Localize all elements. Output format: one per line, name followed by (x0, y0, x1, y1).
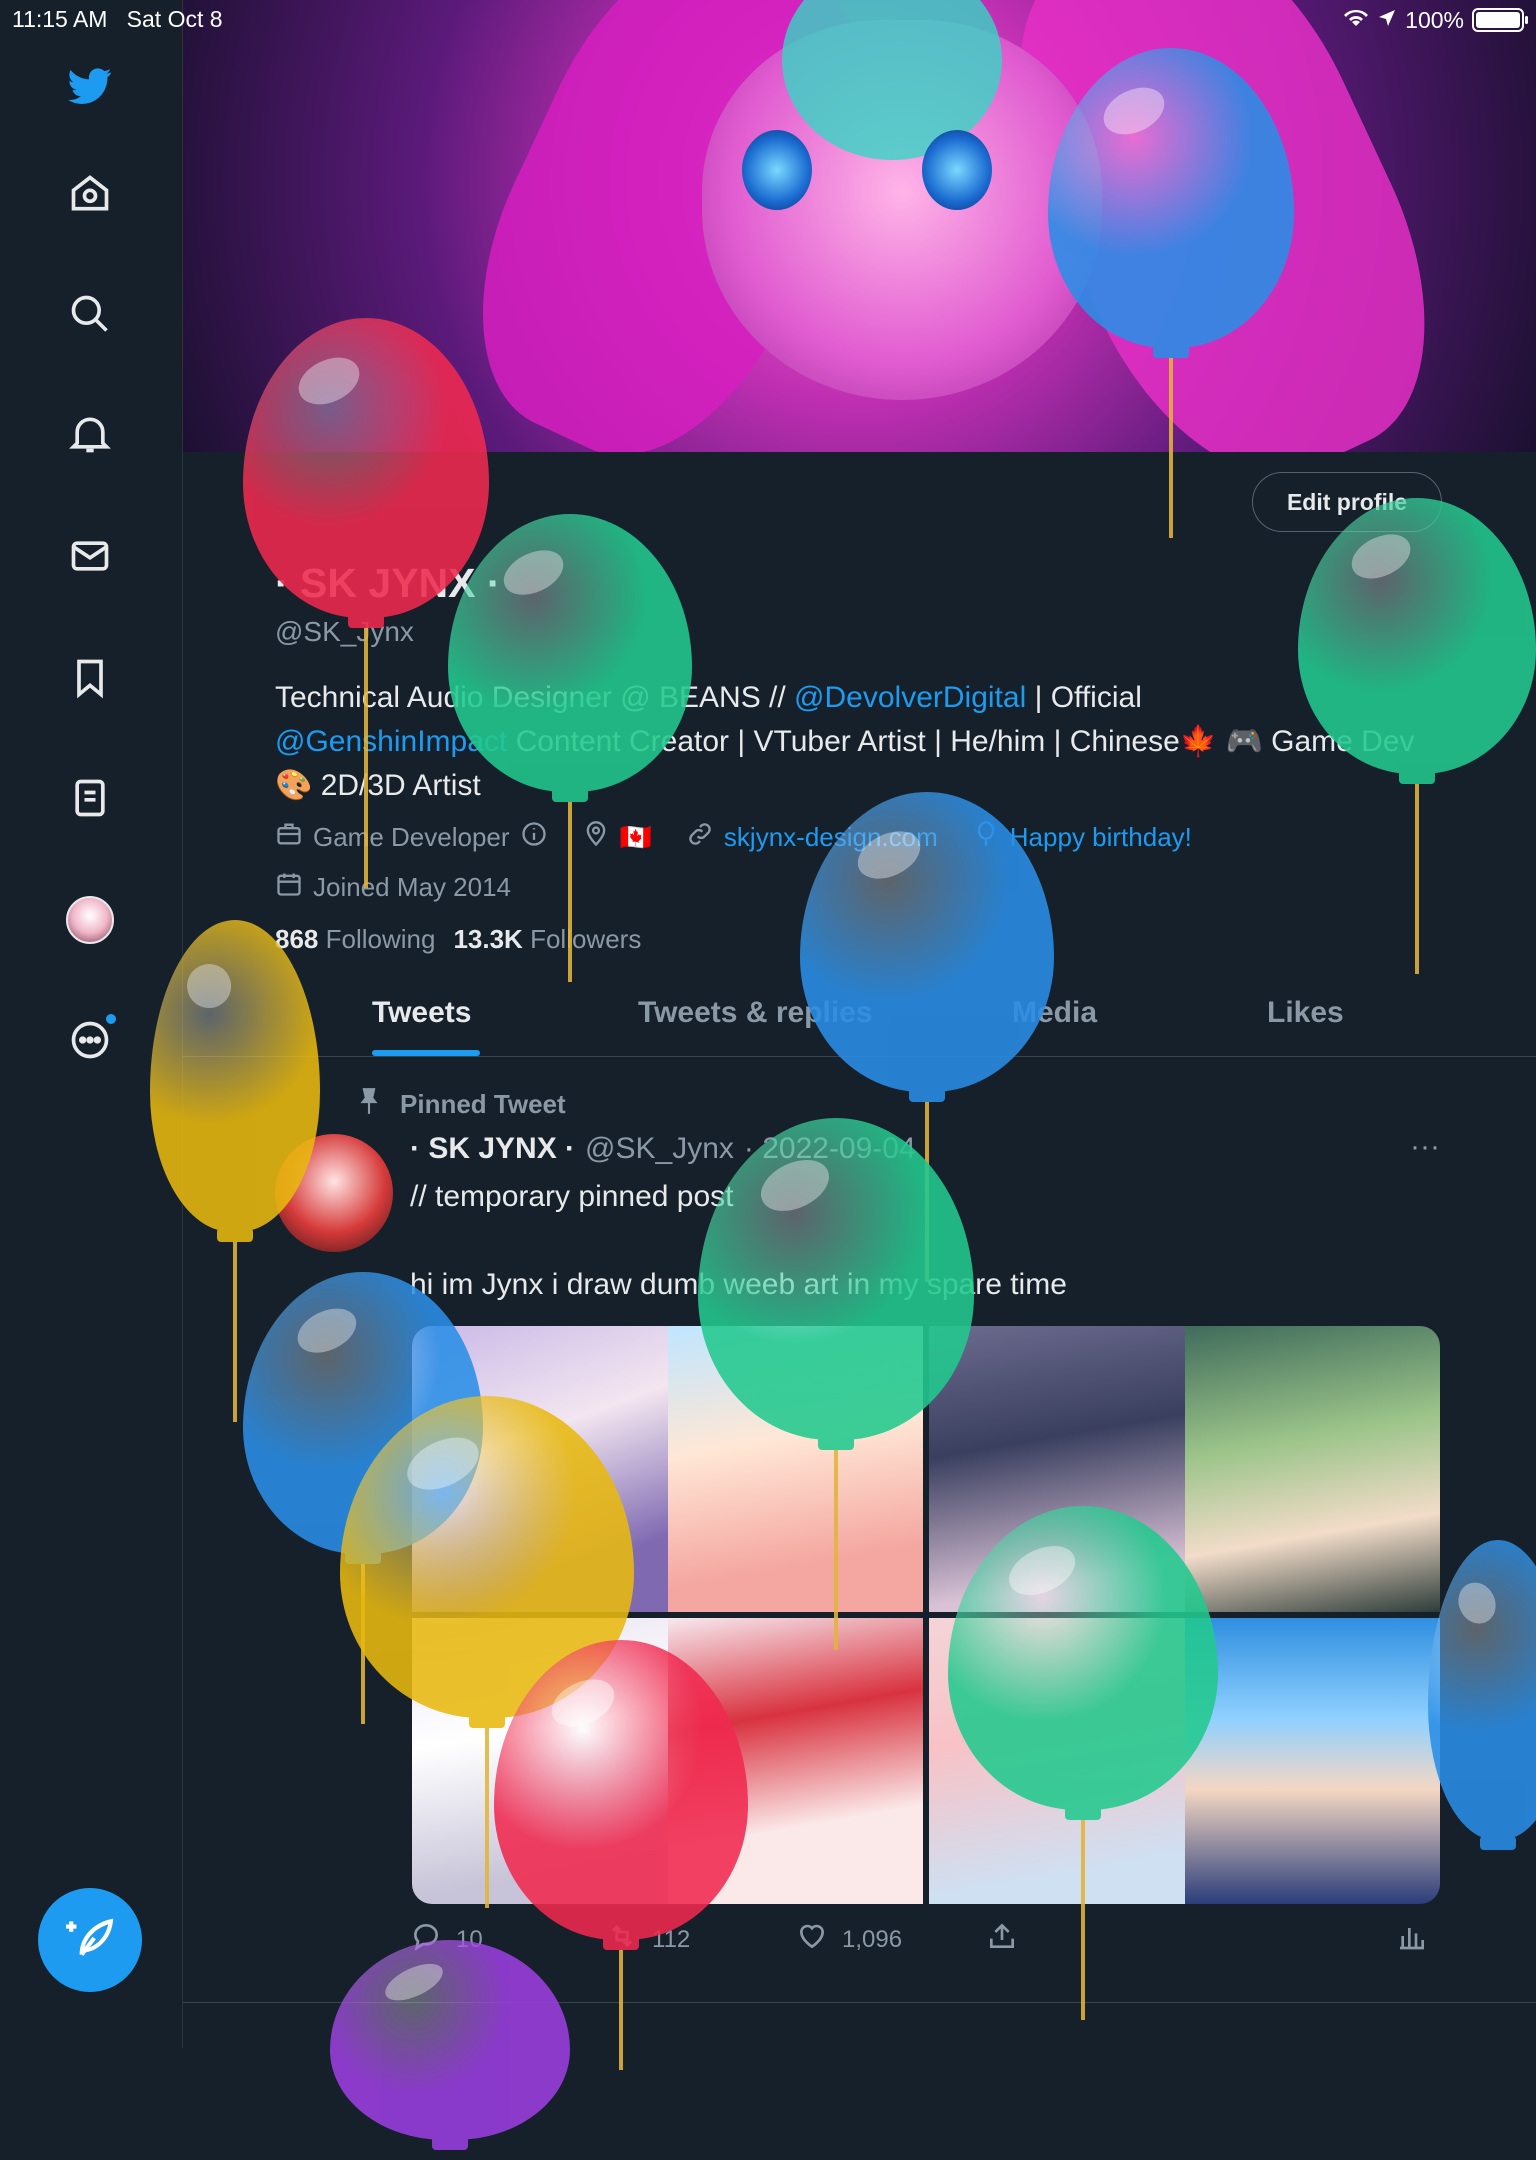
balloon-decoration (1428, 1540, 1536, 1860)
balloon-decoration (1298, 498, 1536, 984)
notification-dot (106, 1014, 116, 1024)
tab-likes[interactable]: Likes (1267, 996, 1344, 1030)
balloon-decoration (948, 1506, 1218, 2030)
status-indicators: 100% (1343, 6, 1528, 34)
analytics-icon (1396, 1920, 1428, 1959)
notifications-icon[interactable] (60, 404, 120, 464)
more-icon[interactable] (60, 1010, 120, 1070)
pinned-label: Pinned Tweet (356, 1086, 566, 1123)
balloon-decoration (698, 1118, 974, 1660)
balloon-decoration (330, 1940, 570, 2160)
bookmarks-icon[interactable] (60, 648, 120, 708)
search-icon[interactable] (60, 284, 120, 344)
messages-icon[interactable] (60, 526, 120, 586)
wifi-icon (1343, 6, 1369, 34)
balloon-decoration (1048, 48, 1294, 548)
tweet-text-line-1: // temporary pinned post (410, 1180, 734, 1213)
like-button[interactable]: 1,096 (796, 1920, 902, 1959)
location-arrow-icon (1377, 7, 1397, 34)
tab-tweets[interactable]: Tweets (372, 996, 471, 1030)
balloon-decoration (448, 514, 692, 992)
twitter-logo-icon[interactable] (60, 56, 120, 116)
battery-icon (1472, 8, 1528, 32)
profile-avatar-icon[interactable] (60, 890, 120, 950)
mention-devolver[interactable]: @DevolverDigital (794, 681, 1026, 714)
status-time: 11:15 AM Sat Oct 8 (12, 6, 223, 32)
status-bar: 11:15 AM Sat Oct 8 100% (0, 0, 1536, 36)
tweet-more-button[interactable]: ··· (1410, 1130, 1440, 1164)
tweet-author-name[interactable]: · SK JYNX · (410, 1132, 575, 1166)
compose-tweet-icon (65, 1913, 115, 1968)
compose-tweet-button[interactable] (38, 1888, 142, 1992)
analytics-button[interactable] (1396, 1920, 1428, 1959)
lists-icon[interactable] (60, 768, 120, 828)
pin-icon (356, 1086, 382, 1123)
active-tab-indicator (372, 1050, 480, 1056)
heart-icon (796, 1920, 828, 1959)
home-icon[interactable] (60, 164, 120, 224)
battery-percent: 100% (1405, 6, 1464, 33)
